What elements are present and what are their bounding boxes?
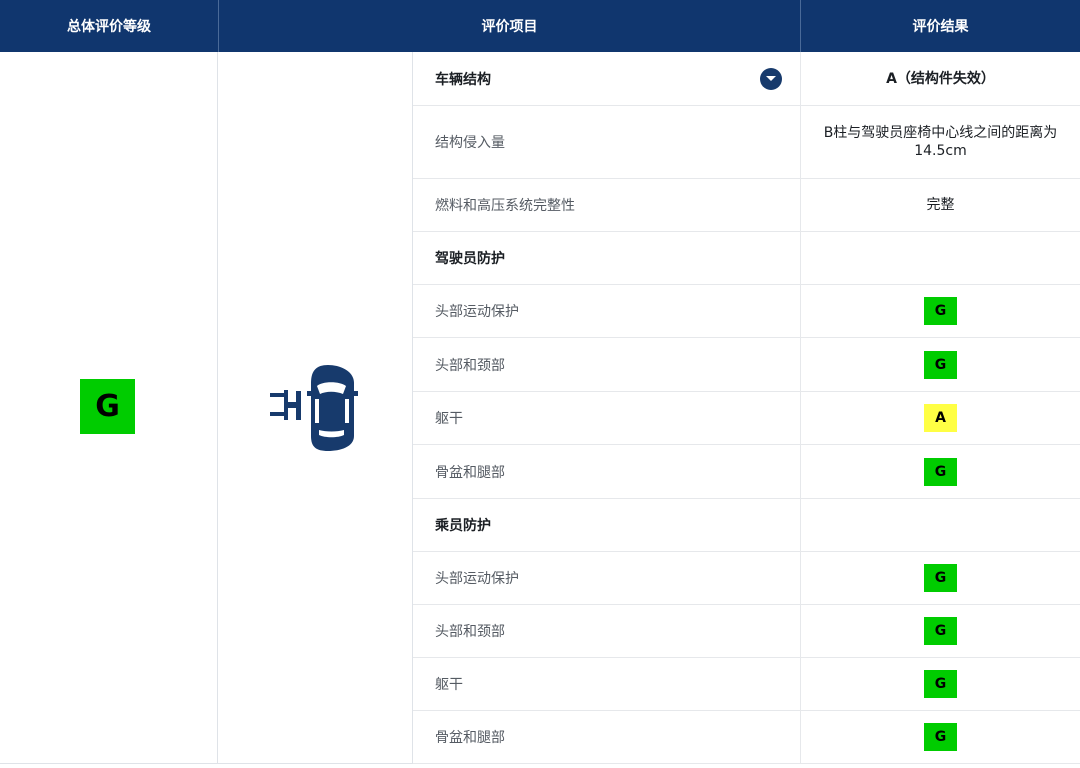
header-evaluation-results: 评价结果	[800, 0, 1080, 52]
row-result: G	[800, 445, 1080, 498]
row-result	[800, 232, 1080, 284]
row-result: G	[800, 711, 1080, 763]
row-label: 头部和颈部	[435, 624, 505, 640]
row-label: 躯干	[435, 677, 463, 693]
row-label: 车辆结构	[435, 71, 491, 88]
table-header: 总体评价等级 评价项目 评价结果	[0, 0, 1080, 52]
rating-badge: G	[924, 297, 957, 325]
table-row: 结构侵入量 B柱与驾驶员座椅中心线之间的距离为14.5cm	[413, 106, 1080, 179]
evaluation-rows: 车辆结构 A（结构件失效） 结构侵入量 B柱与驾驶员座椅中心线之间的距离为14.5cm…	[413, 52, 1080, 764]
section-row: 乘员防护	[413, 499, 1080, 552]
row-result: G	[800, 605, 1080, 657]
section-row[interactable]: 车辆结构 A（结构件失效）	[413, 52, 1080, 106]
row-result: 完整	[800, 179, 1080, 231]
rating-badge: A	[924, 404, 957, 432]
row-label: 躯干	[435, 411, 463, 427]
row-result: G	[800, 285, 1080, 337]
rating-badge: G	[924, 564, 957, 592]
row-result: G	[800, 552, 1080, 604]
result-text: A（结构件失效）	[886, 70, 995, 87]
overall-rating-cell: G	[0, 52, 218, 764]
table-row: 头部运动保护 G	[413, 552, 1080, 605]
row-label: 燃料和高压系统完整性	[435, 198, 575, 214]
chevron-down-icon[interactable]	[760, 68, 782, 90]
row-result: G	[800, 658, 1080, 710]
rating-badge: G	[924, 670, 957, 698]
overall-rating-badge: G	[80, 379, 135, 434]
rating-badge: G	[924, 350, 957, 379]
header-overall-rating: 总体评价等级	[67, 19, 151, 35]
row-label: 乘员防护	[435, 518, 491, 534]
test-icon-cell	[218, 52, 413, 764]
row-result: A（结构件失效）	[800, 52, 1080, 105]
header-evaluation-items: 评价项目	[218, 0, 800, 52]
rating-badge: G	[924, 457, 957, 486]
table-row: 头部和颈部 G	[413, 605, 1080, 658]
row-result: G	[800, 338, 1080, 391]
table-row: 躯干 A	[413, 392, 1080, 445]
table-body: G 车辆结构 A（结构件失效） 结构侵入量 B柱与驾驶员座椅中心线之间的距离为1…	[0, 52, 1080, 764]
row-label: 头部运动保护	[435, 304, 519, 320]
row-label: 结构侵入量	[435, 135, 505, 151]
table-row: 骨盆和腿部 G	[413, 711, 1080, 764]
table-row: 头部运动保护 G	[413, 285, 1080, 338]
result-text: 完整	[926, 197, 955, 213]
row-label: 头部运动保护	[435, 571, 519, 587]
side-pole-impact-car-icon	[270, 361, 360, 457]
table-row: 躯干 G	[413, 658, 1080, 711]
table-row: 骨盆和腿部 G	[413, 445, 1080, 499]
row-label: 骨盆和腿部	[435, 464, 505, 481]
row-label: 头部和颈部	[435, 357, 505, 374]
result-text: B柱与驾驶员座椅中心线之间的距离为14.5cm	[823, 125, 1058, 159]
row-result	[800, 499, 1080, 551]
rating-table: 总体评价等级 评价项目 评价结果 G 车辆结构 A（结构件失效） 结构侵入量 B…	[0, 0, 1080, 768]
row-label: 驾驶员防护	[435, 251, 505, 267]
row-label: 骨盆和腿部	[435, 730, 505, 746]
section-row: 驾驶员防护	[413, 232, 1080, 285]
row-result: B柱与驾驶员座椅中心线之间的距离为14.5cm	[800, 106, 1080, 178]
table-row: 头部和颈部 G	[413, 338, 1080, 392]
rating-badge: G	[924, 723, 957, 751]
rating-badge: G	[924, 617, 957, 645]
row-result: A	[800, 392, 1080, 444]
table-row: 燃料和高压系统完整性 完整	[413, 179, 1080, 232]
